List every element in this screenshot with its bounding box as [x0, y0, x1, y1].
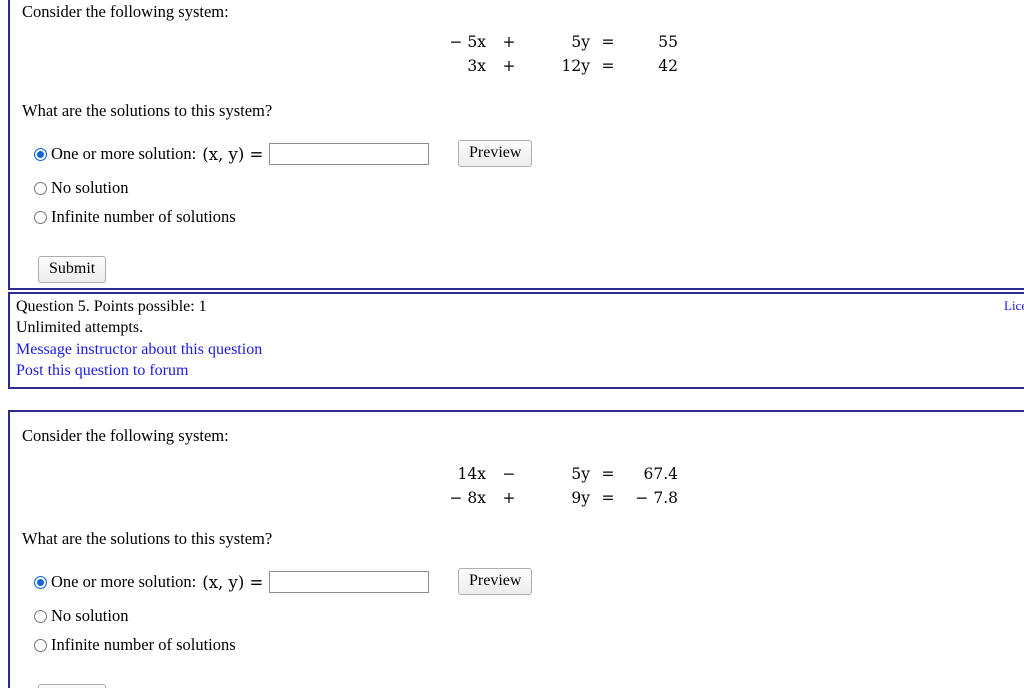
eq2-value: 42 — [658, 57, 678, 75]
answer-input-1[interactable] — [269, 143, 430, 165]
question2-question: What are the solutions to this system? — [22, 529, 273, 548]
question-panel-2: Consider the following system: 14x − 5y … — [8, 410, 1024, 688]
question2-option-infinite[interactable]: Infinite number of solutions — [34, 635, 242, 655]
radio-no-solution[interactable] — [34, 181, 47, 195]
eq2-value: − 7.8 — [635, 489, 678, 507]
option-label-infinite: Infinite number of solutions — [51, 207, 236, 226]
option-label-no-solution: No solution — [51, 606, 129, 625]
question1-option-one-or-more[interactable]: One or more solution: (x, y) = — [34, 143, 430, 165]
post-to-forum-link[interactable]: Post this question to forum — [16, 362, 188, 380]
eq2-lhs: 3x — [467, 57, 486, 75]
eq2-lhs: − 8x — [449, 489, 486, 507]
eq1-op: + — [502, 33, 516, 51]
question1-option-infinite[interactable]: Infinite number of solutions — [34, 207, 242, 227]
equation-row: − 5x + 5y = 55 — [428, 30, 678, 54]
eq2-equals: = — [601, 57, 615, 75]
eq1-value: 55 — [658, 33, 678, 51]
license-link[interactable]: Lice — [1004, 298, 1024, 314]
submit-button-2[interactable]: Submit — [38, 684, 107, 688]
question-points-text: Question 5. Points possible: 1 — [16, 298, 207, 315]
radio-one-or-more-solution[interactable] — [34, 575, 47, 589]
message-instructor-link[interactable]: Message instructor about this question — [16, 341, 262, 359]
option-label-no-solution: No solution — [51, 178, 129, 197]
attempts-text: Unlimited attempts. — [16, 319, 144, 336]
question1-prompt: Consider the following system: — [22, 2, 229, 21]
question2-prompt: Consider the following system: — [22, 426, 229, 445]
submit-button-1[interactable]: Submit — [38, 256, 107, 284]
eq2-op: + — [502, 57, 516, 75]
question2-equations: 14x − 5y = 67.4 − 8x + 9y = − 7.8 — [428, 462, 678, 510]
equation-row: − 8x + 9y = − 7.8 — [428, 486, 678, 510]
eq1-value: 67.4 — [643, 465, 678, 483]
radio-infinite-solutions[interactable] — [34, 638, 47, 652]
question1-question: What are the solutions to this system? — [22, 101, 273, 120]
eq1-rhs: 5y — [571, 33, 590, 51]
eq1-op: − — [502, 465, 516, 483]
eq1-rhs: 5y — [571, 465, 590, 483]
radio-infinite-solutions[interactable] — [34, 210, 47, 224]
option-math-xy: (x, y) = — [202, 144, 264, 164]
eq1-equals: = — [601, 465, 615, 483]
question-panel-1: Consider the following system: − 5x + 5y… — [8, 0, 1024, 290]
answer-input-2[interactable] — [269, 571, 430, 593]
preview-button-1[interactable]: Preview — [458, 140, 533, 168]
question-info-panel: Question 5. Points possible: 1 Unlimited… — [8, 292, 1024, 389]
option-label-one-or-more: One or more solution: — [51, 572, 197, 591]
eq2-rhs: 9y — [571, 489, 590, 507]
eq2-equals: = — [601, 489, 615, 507]
eq1-lhs: 14x — [457, 465, 486, 483]
radio-no-solution[interactable] — [34, 609, 47, 623]
equation-row: 14x − 5y = 67.4 — [428, 462, 678, 486]
eq2-op: + — [502, 489, 516, 507]
eq1-lhs: − 5x — [449, 33, 486, 51]
question2-option-no-solution[interactable]: No solution — [34, 606, 134, 626]
radio-one-or-more-solution[interactable] — [34, 147, 47, 161]
question2-option-one-or-more[interactable]: One or more solution: (x, y) = — [34, 571, 430, 593]
eq1-equals: = — [601, 33, 615, 51]
equation-row: 3x + 12y = 42 — [428, 54, 678, 78]
question1-equations: − 5x + 5y = 55 3x + 12y = 42 — [428, 30, 678, 78]
option-label-infinite: Infinite number of solutions — [51, 635, 236, 654]
quiz-page: Consider the following system: − 5x + 5y… — [0, 0, 1024, 688]
option-label-one-or-more: One or more solution: — [51, 144, 197, 163]
eq2-rhs: 12y — [561, 57, 590, 75]
question1-option-no-solution[interactable]: No solution — [34, 178, 134, 198]
option-math-xy: (x, y) = — [202, 572, 264, 592]
preview-button-2[interactable]: Preview — [458, 568, 533, 596]
